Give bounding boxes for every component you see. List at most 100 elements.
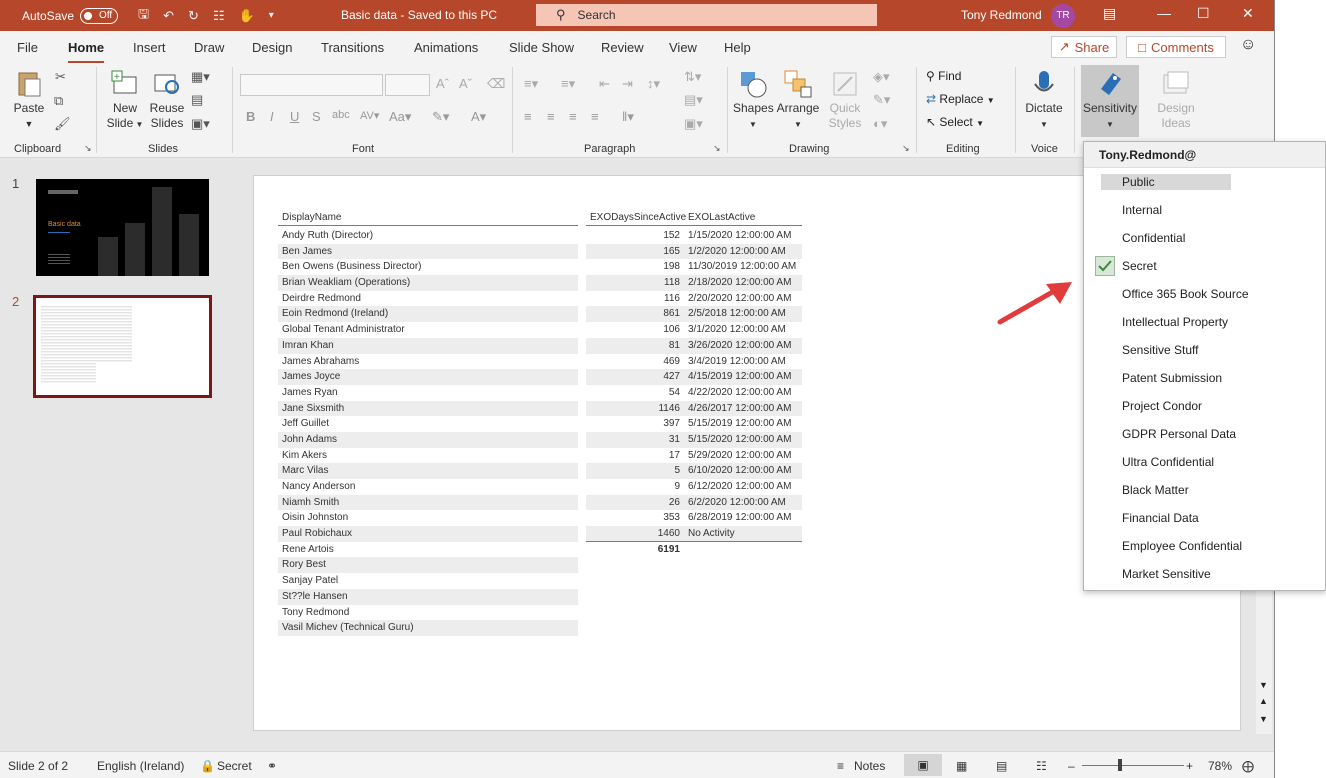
cut-icon[interactable]: ✂ xyxy=(55,69,66,85)
share-button[interactable]: ↗ Share xyxy=(1051,36,1117,58)
tab-animations[interactable]: Animations xyxy=(414,40,478,55)
line-spacing-icon[interactable]: ↕▾ xyxy=(647,76,660,92)
align-right-icon[interactable]: ≡ xyxy=(569,109,577,124)
dictate-button[interactable]: Dictate ▼ xyxy=(1022,69,1066,132)
sensitivity-option[interactable]: Internal xyxy=(1084,196,1325,224)
present-icon[interactable]: ☷ xyxy=(213,8,225,24)
slide-sorter-icon[interactable]: ▦ xyxy=(956,759,967,773)
next-slide-icon[interactable]: ▼ xyxy=(1259,714,1268,724)
zoom-thumb[interactable] xyxy=(1118,759,1122,771)
sensitivity-option[interactable]: Black Matter xyxy=(1084,476,1325,504)
maximize-icon[interactable]: ☐ xyxy=(1197,5,1210,22)
tab-file[interactable]: File xyxy=(17,40,38,55)
increase-font-icon[interactable]: Aˆ xyxy=(436,76,449,91)
bullets-icon[interactable]: ≡▾ xyxy=(524,76,538,92)
search-box[interactable]: ⚲ Search xyxy=(536,4,877,26)
language[interactable]: English (Ireland) xyxy=(97,759,184,773)
clear-format-icon[interactable]: ⌫ xyxy=(487,76,505,92)
document-title[interactable]: Basic data - Saved to this PC xyxy=(341,8,497,22)
highlight-icon[interactable]: ✎▾ xyxy=(432,109,449,125)
notes-button[interactable]: Notes xyxy=(854,759,885,773)
reuse-slides-button[interactable]: Reuse Slides xyxy=(148,69,186,131)
tab-home[interactable]: Home xyxy=(68,40,105,64)
align-left-icon[interactable]: ≡ xyxy=(524,109,532,124)
underline-icon[interactable]: U xyxy=(290,109,299,124)
quick-styles-button[interactable]: Quick Styles xyxy=(822,69,868,131)
shadow-icon[interactable]: S xyxy=(312,109,321,124)
sensitivity-option[interactable]: Intellectual Property xyxy=(1084,308,1325,336)
slide-thumbnail-2[interactable] xyxy=(33,295,212,398)
new-slide-button[interactable]: + New Slide ▼ xyxy=(105,69,145,132)
strikethrough-icon[interactable]: abc xyxy=(332,109,350,121)
prev-slide-icon[interactable]: ▲ xyxy=(1259,696,1268,706)
sensitivity-option[interactable]: Office 365 Book Source xyxy=(1084,280,1325,308)
font-name-select[interactable] xyxy=(240,74,383,96)
undo-icon[interactable]: ↶ xyxy=(163,8,174,24)
sensitivity-option[interactable]: Secret xyxy=(1084,252,1325,280)
tab-review[interactable]: Review xyxy=(601,40,644,55)
comments-button[interactable]: □ Comments xyxy=(1126,36,1226,58)
font-color-icon[interactable]: A▾ xyxy=(471,109,486,125)
format-painter-icon[interactable]: 🖌 xyxy=(54,116,71,132)
numbering-icon[interactable]: ≡▾ xyxy=(561,76,575,92)
redo-icon[interactable]: ↻ xyxy=(188,8,199,24)
sensitivity-option[interactable]: Public xyxy=(1084,168,1325,196)
italic-icon[interactable]: I xyxy=(270,109,274,124)
accessibility-icon[interactable]: ⚭ xyxy=(267,759,277,773)
sensitivity-button[interactable]: Sensitivity ▼ xyxy=(1081,69,1139,132)
dialog-launcher-icon[interactable]: ↘ xyxy=(84,143,92,154)
avatar[interactable]: TR xyxy=(1051,4,1075,28)
slide-show-icon[interactable]: ☷ xyxy=(1036,759,1047,773)
font-size-select[interactable] xyxy=(385,74,430,96)
decrease-font-icon[interactable]: Aˇ xyxy=(459,76,472,91)
sensitivity-option[interactable]: Patent Submission xyxy=(1084,364,1325,392)
shape-fill-icon[interactable]: ◈▾ xyxy=(873,69,890,85)
minimize-icon[interactable]: — xyxy=(1157,5,1171,21)
copy-icon[interactable]: ⧉ xyxy=(54,93,63,109)
tab-view[interactable]: View xyxy=(669,40,697,55)
slide-thumbnail-1[interactable]: Basic data xyxy=(36,179,209,276)
sensitivity-option[interactable]: Ultra Confidential xyxy=(1084,448,1325,476)
tab-transitions[interactable]: Transitions xyxy=(321,40,384,55)
design-ideas-button[interactable]: Design Ideas xyxy=(1148,69,1204,131)
normal-view-icon[interactable]: ▣ xyxy=(904,754,942,776)
shapes-button[interactable]: Shapes ▼ xyxy=(733,69,774,132)
sensitivity-option[interactable]: Financial Data xyxy=(1084,504,1325,532)
shape-effects-icon[interactable]: ◐▾ xyxy=(873,116,887,132)
customize-qat-icon[interactable]: ▾ xyxy=(269,10,274,21)
smartart-icon[interactable]: ▣▾ xyxy=(684,116,703,132)
tab-insert[interactable]: Insert xyxy=(133,40,166,55)
sensitivity-option[interactable]: Market Sensitive xyxy=(1084,560,1325,588)
columns-icon[interactable]: ‖▾ xyxy=(622,109,634,125)
bold-icon[interactable]: B xyxy=(246,109,255,124)
align-center-icon[interactable]: ≡ xyxy=(547,109,555,124)
paste-button[interactable]: Paste ▼ xyxy=(10,69,48,132)
sensitivity-status[interactable]: Secret xyxy=(217,759,252,773)
tab-design[interactable]: Design xyxy=(252,40,292,55)
scroll-down-icon[interactable]: ▼ xyxy=(1259,680,1268,690)
sensitivity-option[interactable]: GDPR Personal Data xyxy=(1084,420,1325,448)
zoom-out-icon[interactable]: – xyxy=(1068,759,1075,773)
zoom-slider[interactable] xyxy=(1082,765,1184,766)
shape-outline-icon[interactable]: ✎▾ xyxy=(873,92,890,108)
feedback-smiley-icon[interactable]: ☺ xyxy=(1240,36,1256,54)
layout-icon[interactable]: ▦▾ xyxy=(191,69,210,85)
select-button[interactable]: ↖ Select ▼ xyxy=(926,115,984,129)
close-icon[interactable]: ✕ xyxy=(1242,5,1254,22)
fit-to-window-icon[interactable]: ⨁ xyxy=(1242,759,1254,773)
increase-indent-icon[interactable]: ⇥ xyxy=(622,76,633,92)
touch-mode-icon[interactable]: ✋ xyxy=(239,8,255,24)
tab-slide-show[interactable]: Slide Show xyxy=(509,40,574,55)
ribbon-display-icon[interactable]: ▤ xyxy=(1103,5,1116,22)
sensitivity-option[interactable]: Project Condor xyxy=(1084,392,1325,420)
replace-button[interactable]: ⇄ Replace ▼ xyxy=(926,92,995,106)
sensitivity-option[interactable]: Confidential xyxy=(1084,224,1325,252)
autosave-toggle[interactable]: Off xyxy=(80,7,119,24)
save-icon[interactable]: 🖫 xyxy=(138,5,149,27)
justify-icon[interactable]: ≡ xyxy=(591,109,599,124)
sensitivity-option[interactable]: Sensitive Stuff xyxy=(1084,336,1325,364)
sensitivity-option[interactable]: Employee Confidential xyxy=(1084,532,1325,560)
tab-help[interactable]: Help xyxy=(724,40,751,55)
notes-icon[interactable]: ≡ xyxy=(837,759,844,773)
tab-draw[interactable]: Draw xyxy=(194,40,224,55)
